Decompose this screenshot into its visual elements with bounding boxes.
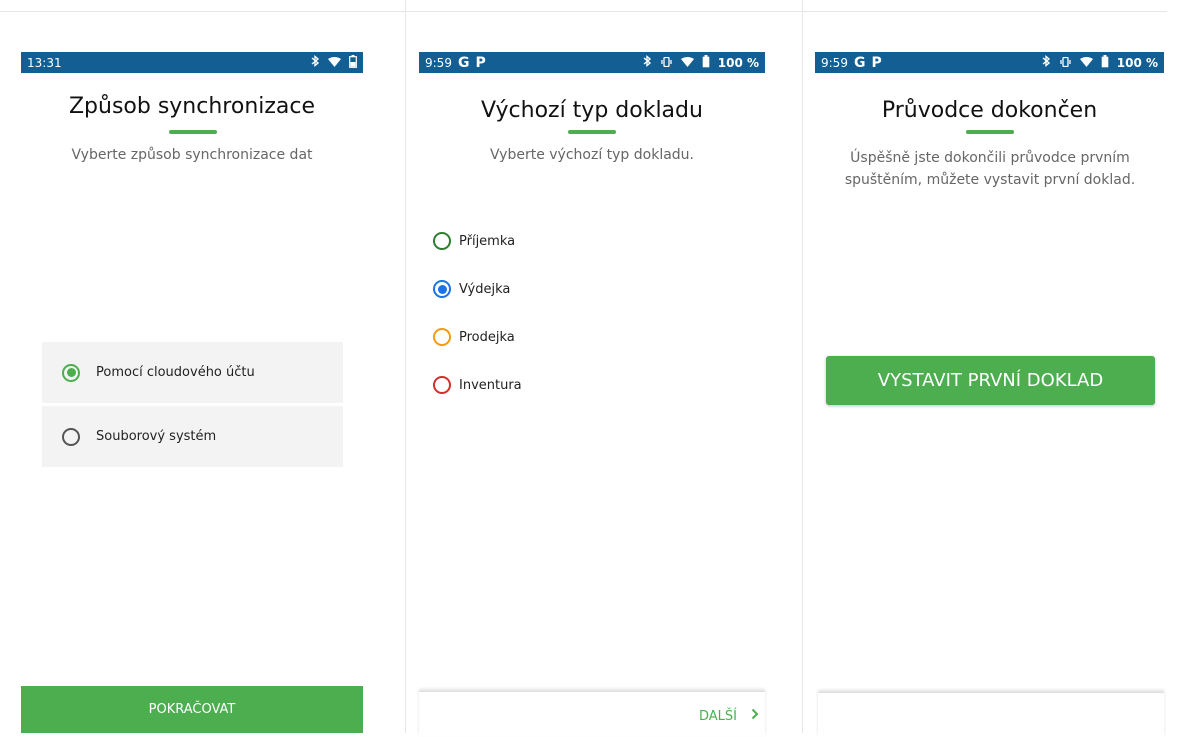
- next-label: DALŠÍ: [698, 708, 737, 724]
- status-time: 9:59: [425, 55, 452, 70]
- page-subtitle: Vyberte výchozí typ dokladu.: [489, 147, 695, 163]
- battery-icon: [1101, 54, 1109, 71]
- issue-first-document-button[interactable]: VYSTAVIT PRVNÍ DOKLAD: [826, 356, 1155, 405]
- page-title: Způsob synchronizace: [68, 94, 316, 119]
- option-prodejka[interactable]: Prodejka: [433, 328, 515, 346]
- battery-icon: [702, 54, 710, 71]
- wifi-icon: [1079, 56, 1093, 70]
- title-underline: [169, 130, 217, 134]
- wifi-icon: [680, 56, 694, 70]
- option-prijemka[interactable]: Příjemka: [433, 232, 515, 250]
- status-bar: 9:59 G P 100 %: [815, 52, 1164, 73]
- vibrate-icon: [660, 56, 673, 70]
- bluetooth-icon: [1042, 55, 1051, 70]
- radio-unselected-icon[interactable]: [433, 232, 451, 250]
- option-file-system[interactable]: Souborový systém: [42, 406, 343, 467]
- chevron-right-icon: [751, 708, 759, 724]
- p-icon: P: [871, 54, 882, 71]
- page-subtitle: Vyberte způsob synchronizace dat: [71, 147, 313, 163]
- bluetooth-icon: [643, 55, 652, 70]
- page-subtitle: Úspěšně jste dokončili průvodce prvním s…: [844, 150, 1136, 188]
- status-time: 13:31: [27, 55, 62, 70]
- continue-button[interactable]: POKRAČOVAT: [21, 686, 363, 733]
- panel-divider: [802, 0, 803, 733]
- p-icon: P: [475, 54, 486, 71]
- option-inventura[interactable]: Inventura: [433, 376, 522, 394]
- radio-unselected-icon[interactable]: [433, 328, 451, 346]
- panel-divider: [405, 0, 406, 733]
- wifi-icon: [328, 56, 341, 70]
- bottom-nav: [818, 692, 1164, 737]
- option-label: Inventura: [459, 377, 522, 393]
- battery-icon: [349, 54, 357, 71]
- status-bar: 13:31: [21, 52, 363, 73]
- g-icon: G: [853, 54, 866, 71]
- page-title: Průvodce dokončen: [881, 98, 1098, 123]
- option-label: Souborový systém: [96, 429, 217, 444]
- radio-selected-icon[interactable]: [433, 280, 451, 298]
- battery-percent: 100 %: [717, 55, 759, 70]
- option-cloud-account[interactable]: Pomocí cloudového účtu: [42, 342, 343, 403]
- option-vydejka[interactable]: Výdejka: [433, 280, 510, 298]
- radio-selected-icon[interactable]: [62, 363, 80, 382]
- status-bar: 9:59 G P 100 %: [419, 52, 765, 73]
- bottom-nav: DALŠÍ: [419, 691, 765, 736]
- vibrate-icon: [1059, 56, 1072, 70]
- radio-unselected-icon[interactable]: [62, 427, 80, 446]
- radio-unselected-icon[interactable]: [433, 376, 451, 394]
- next-button[interactable]: DALŠÍ: [699, 708, 759, 724]
- title-underline: [966, 130, 1014, 134]
- bluetooth-icon: [311, 55, 320, 70]
- option-label: Prodejka: [459, 329, 515, 345]
- option-label: Výdejka: [459, 281, 511, 297]
- top-divider: [0, 11, 1167, 12]
- title-underline: [568, 130, 616, 134]
- g-icon: G: [457, 54, 470, 71]
- status-time: 9:59: [821, 55, 848, 70]
- option-label: Pomocí cloudového účtu: [96, 365, 255, 380]
- battery-percent: 100 %: [1116, 55, 1158, 70]
- option-label: Příjemka: [459, 233, 516, 249]
- page-title: Výchozí typ dokladu: [481, 98, 703, 123]
